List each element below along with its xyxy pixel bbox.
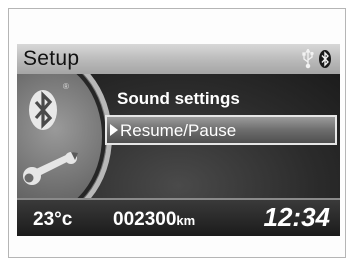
selection-arrow-icon [110, 124, 118, 136]
header-bar: Setup [17, 44, 340, 74]
selected-item-label: Resume/Pause [120, 121, 237, 140]
header-status-icons [300, 49, 334, 69]
selected-menu-item[interactable]: Resume/Pause [105, 115, 337, 145]
usb-icon [302, 49, 314, 69]
bluetooth-icon [319, 50, 331, 68]
odometer: 002300km [113, 209, 195, 231]
outside-temperature: 23°c [33, 209, 73, 230]
page-title: Setup [23, 47, 80, 70]
current-menu-item[interactable]: Sound settings [117, 89, 240, 109]
bluetooth-icon [29, 90, 57, 130]
display-screen: Setup ® Sound settings Resume/Pause 23°c… [17, 44, 340, 236]
registered-mark: ® [63, 82, 69, 91]
wrench-icon [23, 152, 78, 185]
menu-area: ® Sound settings Resume/Pause [17, 74, 340, 198]
clock: 12:34 [263, 202, 331, 232]
status-bar: 23°c 002300km 12:34 [17, 200, 340, 236]
odometer-value: 002300 [113, 209, 177, 230]
odometer-unit: km [176, 213, 196, 228]
